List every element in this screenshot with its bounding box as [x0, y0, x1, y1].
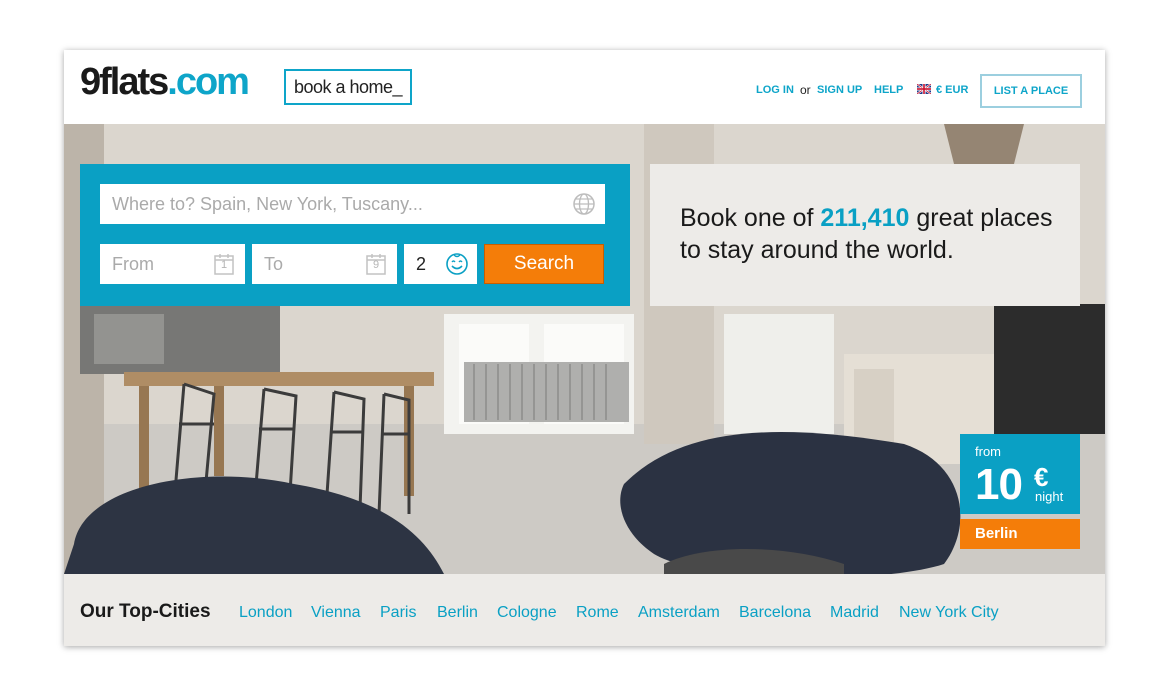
top-cities-title: Our Top-Cities — [80, 601, 211, 622]
city-link[interactable]: Vienna — [311, 604, 361, 622]
list-a-place-button[interactable]: LIST A PLACE — [980, 74, 1082, 108]
calendar-from-icon[interactable]: 1 — [214, 253, 234, 275]
logo[interactable]: 9flats.com — [80, 60, 250, 104]
promo-panel: Book one of 211,410 great places to stay… — [650, 164, 1080, 306]
login-link[interactable]: LOG IN — [756, 84, 794, 96]
city-link[interactable]: New York City — [899, 604, 999, 622]
city-link[interactable]: Barcelona — [739, 604, 811, 622]
price-unit: night — [1035, 489, 1064, 504]
globe-icon — [573, 193, 595, 215]
calendar-to-icon[interactable]: 9 — [366, 253, 386, 275]
city-link[interactable]: Madrid — [830, 604, 879, 622]
price-badge[interactable]: from 10 € night — [960, 434, 1080, 514]
tagline-box: book a home_ — [284, 69, 412, 105]
promo-text: Book one of 211,410 great places to stay… — [680, 202, 1070, 266]
city-link[interactable]: Cologne — [497, 604, 557, 622]
header: 9flats.com book a home_ LOG IN or SIGN U… — [64, 50, 1105, 124]
search-panel: Where to? Spain, New York, Tuscany... Fr… — [80, 164, 630, 306]
guest-face-icon[interactable] — [445, 252, 469, 276]
logo-tld: .com — [167, 61, 250, 103]
city-link[interactable]: Berlin — [437, 604, 478, 622]
help-link[interactable]: HELP — [874, 84, 903, 96]
page-frame: 9flats.com book a home_ LOG IN or SIGN U… — [64, 50, 1105, 646]
city-link[interactable]: London — [239, 604, 292, 622]
price-from-label: from — [975, 444, 1001, 459]
listing-count: 211,410 — [820, 204, 910, 232]
calendar-to-day: 9 — [372, 259, 380, 271]
hero: Where to? Spain, New York, Tuscany... Fr… — [64, 124, 1105, 574]
currency-selector[interactable]: € EUR — [936, 84, 968, 96]
or-text: or — [800, 83, 811, 97]
logo-main: 9flats — [80, 61, 169, 103]
city-link[interactable]: Amsterdam — [638, 604, 720, 622]
city-link[interactable]: Rome — [576, 604, 619, 622]
uk-flag-icon[interactable] — [917, 84, 931, 94]
price-city-badge[interactable]: Berlin — [960, 519, 1080, 549]
calendar-from-day: 1 — [220, 259, 228, 271]
signup-link[interactable]: SIGN UP — [817, 84, 862, 96]
promo-prefix: Book one of — [680, 204, 821, 232]
search-button[interactable]: Search — [484, 244, 604, 284]
top-cities-bar: Our Top-Cities London Vienna Paris Berli… — [64, 574, 1105, 646]
price-amount: 10 — [975, 460, 1023, 509]
city-link[interactable]: Paris — [380, 604, 416, 622]
destination-input[interactable]: Where to? Spain, New York, Tuscany... — [100, 184, 605, 224]
